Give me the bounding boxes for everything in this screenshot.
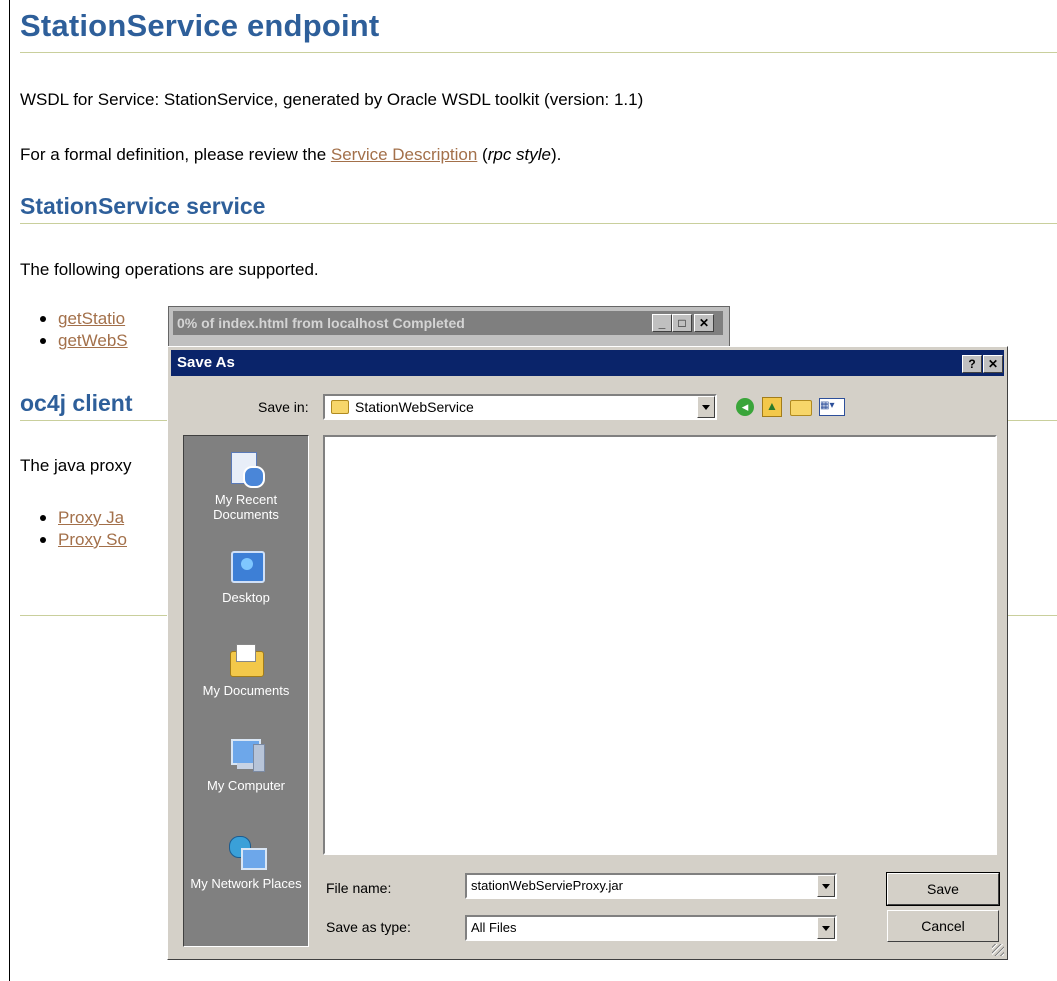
bullet-icon xyxy=(40,537,46,543)
place-recent-documents[interactable]: My Recent Documents xyxy=(184,450,308,522)
chevron-down-icon[interactable] xyxy=(697,396,715,418)
bullet-icon xyxy=(40,316,46,322)
page-title: StationService endpoint xyxy=(20,8,380,43)
service-divider xyxy=(20,223,1057,224)
network-places-icon xyxy=(227,834,267,872)
progress-close-button[interactable]: ✕ xyxy=(694,314,714,332)
proxy-intro: The java proxy xyxy=(20,456,132,475)
desktop-icon xyxy=(227,548,265,586)
place-label: My Documents xyxy=(202,683,290,698)
file-name-input[interactable]: stationWebServieProxy.jar xyxy=(465,873,837,899)
dialog-title: Save As xyxy=(171,350,1004,376)
save-type-label: Save as type: xyxy=(326,919,411,935)
formal-definition-text: For a formal definition, please review t… xyxy=(20,145,561,165)
title-divider xyxy=(20,52,1057,53)
proxy-list-item: Proxy So xyxy=(40,530,127,550)
maximize-button[interactable]: □ xyxy=(672,314,692,332)
progress-title: 0% of index.html from localhost Complete… xyxy=(173,311,723,335)
chevron-down-icon[interactable] xyxy=(817,875,835,897)
save-as-dialog: Save As ? ✕ Save in: StationWebService ◂… xyxy=(167,346,1008,960)
service-description-link[interactable]: Service Description xyxy=(331,145,477,164)
file-list[interactable] xyxy=(323,435,997,855)
resize-grip[interactable] xyxy=(992,944,1004,956)
operation-list-item: getStatio xyxy=(40,309,125,329)
recent-documents-icon xyxy=(227,450,265,488)
place-label: My Network Places xyxy=(190,876,302,891)
save-in-label: Save in: xyxy=(258,399,309,415)
file-name-label: File name: xyxy=(326,880,392,896)
page-left-border xyxy=(9,0,10,981)
operation-list-item: getWebS xyxy=(40,331,128,351)
place-network[interactable]: My Network Places xyxy=(184,834,308,891)
proxy-list-item: Proxy Ja xyxy=(40,508,124,528)
folder-icon xyxy=(331,400,349,414)
chevron-down-icon[interactable] xyxy=(817,917,835,939)
save-in-dropdown[interactable]: StationWebService xyxy=(323,394,717,420)
place-label: My Recent Documents xyxy=(213,492,279,522)
up-folder-icon[interactable]: ▲ xyxy=(762,397,782,417)
service-section-heading: StationService service xyxy=(20,193,266,219)
new-folder-icon[interactable] xyxy=(790,400,812,416)
place-label: Desktop xyxy=(222,590,270,605)
bullet-icon xyxy=(40,515,46,521)
help-button[interactable]: ? xyxy=(962,355,982,373)
views-menu-icon[interactable]: ▦▾ xyxy=(819,398,845,416)
my-documents-icon xyxy=(227,641,265,679)
save-type-value: All Files xyxy=(471,920,517,935)
download-progress-window: 0% of index.html from localhost Complete… xyxy=(168,306,730,348)
dialog-close-button[interactable]: ✕ xyxy=(983,355,1003,373)
file-name-value: stationWebServieProxy.jar xyxy=(471,878,623,893)
cancel-button[interactable]: Cancel xyxy=(887,910,999,942)
operation-link[interactable]: getStatio xyxy=(58,309,125,328)
my-computer-icon xyxy=(227,736,265,774)
formal-open: ( xyxy=(477,145,488,164)
place-my-documents[interactable]: My Documents xyxy=(184,641,308,698)
formal-close: ). xyxy=(551,145,562,164)
rpc-style-text: rpc style xyxy=(487,145,552,164)
operations-intro: The following operations are supported. xyxy=(20,260,319,279)
minimize-button[interactable]: _ xyxy=(652,314,672,332)
proxy-source-link[interactable]: Proxy So xyxy=(58,530,127,549)
bullet-icon xyxy=(40,338,46,344)
save-in-value: StationWebService xyxy=(355,399,474,415)
operation-link[interactable]: getWebS xyxy=(58,331,128,350)
client-section-heading: oc4j client xyxy=(20,390,133,416)
proxy-jar-link[interactable]: Proxy Ja xyxy=(58,508,124,527)
place-my-computer[interactable]: My Computer xyxy=(184,736,308,793)
back-icon[interactable]: ◂ xyxy=(736,398,754,416)
save-button[interactable]: Save xyxy=(886,872,1000,906)
place-label: My Computer xyxy=(206,778,286,793)
formal-prefix: For a formal definition, please review t… xyxy=(20,145,331,164)
place-desktop[interactable]: Desktop xyxy=(184,548,308,605)
wsdl-info-text: WSDL for Service: StationService, genera… xyxy=(20,90,644,109)
save-type-dropdown[interactable]: All Files xyxy=(465,915,837,941)
places-bar: My Recent Documents Desktop My Documents… xyxy=(183,435,309,947)
